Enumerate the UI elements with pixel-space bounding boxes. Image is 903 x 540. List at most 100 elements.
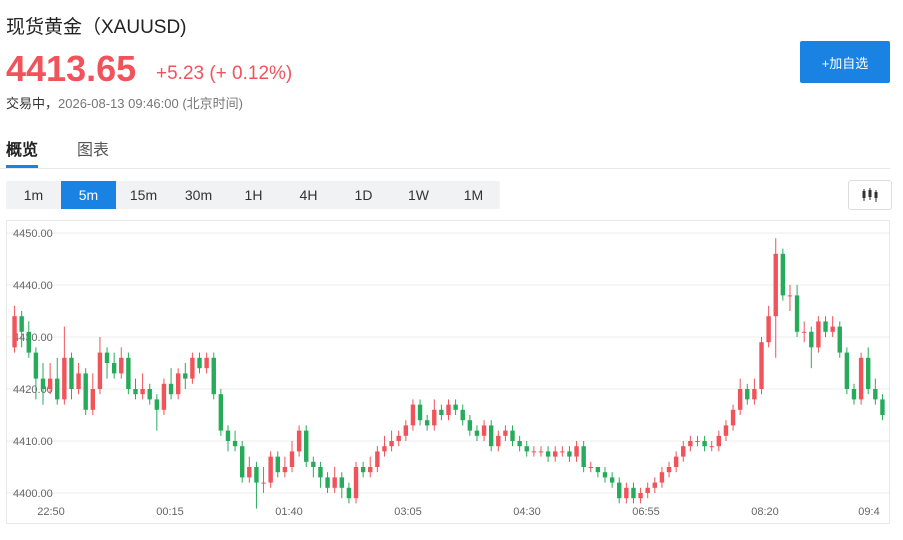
- candle-body: [652, 482, 658, 488]
- candle-body: [481, 425, 487, 436]
- price-chart[interactable]: 4450.00 4440.00 4430.00 4420.00 4410.00 4400.…: [6, 220, 890, 524]
- candle-body: [62, 357, 67, 400]
- candle-body: [453, 404, 458, 410]
- candle-body: [55, 378, 60, 400]
- timestamp: 2026-08-13 09:46:00 (北京时间): [58, 96, 243, 111]
- candle-body: [602, 472, 608, 478]
- candlestick-icon: [862, 188, 878, 202]
- candle-body: [837, 326, 842, 353]
- candlestick-chart: 4450.00 4440.00 4430.00 4420.00 4410.00 4400.…: [7, 228, 889, 518]
- candle-body: [26, 331, 31, 353]
- tab-chart[interactable]: 图表: [77, 136, 109, 160]
- status-label: 交易中，: [6, 96, 59, 111]
- interval-1m[interactable]: 1m: [6, 181, 61, 209]
- interval-selector: 1m 5m 15m 30m 1H 4H 1D 1W 1M: [6, 181, 500, 209]
- candle-body: [275, 456, 280, 473]
- candle-body: [119, 357, 124, 374]
- candle-body: [353, 467, 359, 499]
- candle-body: [631, 487, 636, 499]
- candle-body: [844, 352, 850, 389]
- interval-1d[interactable]: 1D: [336, 181, 391, 209]
- interval-30m[interactable]: 30m: [171, 181, 226, 209]
- x-tick-label: 06:55: [632, 506, 660, 518]
- y-tick-label: 4410.00: [13, 436, 53, 448]
- candle-body: [175, 373, 181, 395]
- candle-body: [311, 461, 316, 467]
- candle-body: [681, 446, 686, 457]
- candle-body: [688, 441, 693, 447]
- candle-body: [816, 321, 821, 348]
- candle-body: [111, 363, 117, 374]
- candle-body: [645, 487, 650, 493]
- candle-body: [553, 451, 558, 457]
- candle-body: [197, 357, 202, 369]
- interval-5m[interactable]: 5m: [61, 181, 116, 209]
- candle-body: [19, 316, 24, 332]
- candle-body: [424, 420, 430, 426]
- candle-body: [801, 331, 807, 333]
- chart-type-button[interactable]: [848, 180, 892, 210]
- x-tick-label: 03:05: [394, 506, 422, 518]
- tab-overview[interactable]: 概览: [6, 136, 38, 160]
- candle-body: [617, 482, 622, 499]
- y-tick-label: 4420.00: [13, 384, 53, 396]
- candle-body: [40, 378, 46, 389]
- candle-body: [161, 383, 167, 410]
- candle-body: [190, 357, 195, 379]
- x-tick-label: 08:20: [751, 506, 779, 518]
- instrument-title: 现货黄金（XAUUSD): [6, 17, 187, 38]
- candle-body: [304, 430, 309, 462]
- interval-15m[interactable]: 15m: [116, 181, 171, 209]
- candle-body: [90, 389, 96, 410]
- candle-body: [659, 472, 665, 483]
- candle-body: [496, 435, 501, 447]
- current-price: 4413.65: [6, 48, 137, 89]
- x-tick-label: 00:15: [156, 506, 184, 518]
- candle-body: [880, 399, 885, 415]
- interval-1mo[interactable]: 1M: [446, 181, 501, 209]
- candle-body: [33, 352, 39, 379]
- candle-body: [168, 383, 174, 395]
- candle-body: [140, 389, 145, 395]
- candle-body: [417, 404, 423, 421]
- candle-body: [737, 389, 743, 410]
- candle-body: [730, 409, 736, 426]
- add-watchlist-button[interactable]: +加自选: [800, 41, 890, 83]
- interval-1h[interactable]: 1H: [226, 181, 281, 209]
- interval-1w[interactable]: 1W: [391, 181, 446, 209]
- candle-body: [282, 467, 288, 473]
- trading-status: 交易中，2026-08-13 09:46:00 (北京时间): [6, 93, 243, 112]
- candle-body: [695, 441, 700, 442]
- x-tick-label: 01:40: [275, 506, 303, 518]
- candle-body: [538, 451, 544, 453]
- candle-body: [510, 430, 515, 441]
- candle-body: [382, 446, 387, 452]
- candle-body: [268, 456, 273, 483]
- candle-body: [432, 409, 437, 426]
- candle-body: [261, 482, 266, 484]
- candle-body: [460, 409, 465, 421]
- candle-body: [360, 467, 366, 473]
- y-tick-label: 4430.00: [13, 332, 53, 344]
- candle-body: [609, 477, 615, 483]
- candle-body: [488, 425, 494, 447]
- candle-body: [247, 467, 252, 478]
- candle-body: [47, 378, 53, 389]
- candle-body: [823, 321, 828, 332]
- candle-body: [638, 493, 643, 499]
- candle-body: [830, 326, 835, 332]
- interval-4h[interactable]: 4H: [281, 181, 336, 209]
- candle-body: [595, 467, 601, 473]
- candle-body: [389, 441, 394, 447]
- candle-body: [524, 446, 529, 452]
- candle-body: [517, 441, 522, 447]
- candle-body: [624, 487, 629, 499]
- candle-body: [474, 430, 480, 436]
- candle-body: [446, 404, 451, 415]
- candle-body: [709, 446, 714, 448]
- candle-body: [396, 435, 401, 441]
- y-tick-label: 4450.00: [13, 228, 53, 240]
- candle-body: [545, 451, 551, 457]
- candle-body: [873, 389, 878, 400]
- x-tick-label: 09:4: [858, 506, 879, 518]
